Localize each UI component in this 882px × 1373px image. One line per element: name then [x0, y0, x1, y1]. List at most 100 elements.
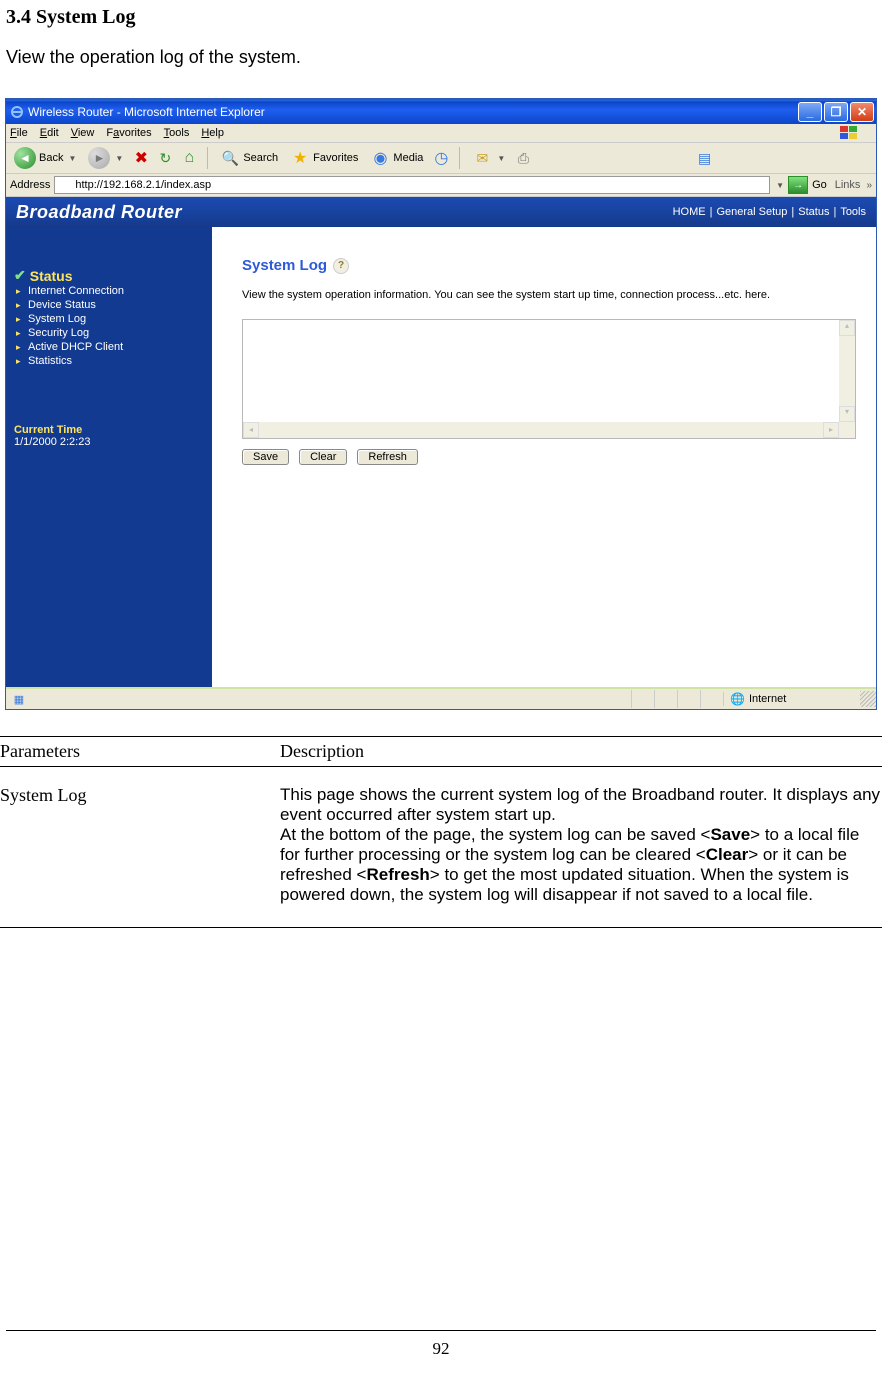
back-button[interactable]: ◄ Back ▼: [10, 145, 80, 171]
resize-grip-icon[interactable]: [860, 691, 876, 707]
toolbar-separator: [207, 147, 208, 169]
sidebar: ✔ Status Internet Connection Device Stat…: [6, 227, 212, 687]
favorites-button[interactable]: ★ Favorites: [286, 146, 362, 170]
log-textarea[interactable]: ▴ ▾ ◂ ▸: [242, 319, 856, 439]
zone-label: Internet: [749, 693, 786, 705]
screenshot-container: Wireless Router - Microsoft Internet Exp…: [5, 98, 877, 710]
history-icon[interactable]: ◷: [431, 148, 451, 168]
search-label: Search: [243, 152, 278, 164]
media-button[interactable]: ◉ Media: [366, 146, 427, 170]
refresh-button[interactable]: Refresh: [357, 449, 418, 465]
links-label[interactable]: Links: [835, 179, 861, 191]
print-icon[interactable]: ⎙: [513, 148, 533, 168]
dropdown-caret-icon: ▼: [497, 154, 505, 163]
vertical-scrollbar[interactable]: ▴ ▾: [839, 320, 855, 422]
nav-general-setup[interactable]: General Setup: [716, 206, 787, 218]
sidebar-item-security-log[interactable]: Security Log: [14, 326, 204, 340]
forward-button[interactable]: ► ▼: [84, 145, 127, 171]
col-description: Description: [280, 737, 882, 767]
dropdown-caret-icon: ▼: [68, 154, 76, 163]
window-titlebar: Wireless Router - Microsoft Internet Exp…: [6, 100, 876, 124]
clear-button[interactable]: Clear: [299, 449, 347, 465]
page-title: System Log ?: [242, 257, 349, 274]
scroll-corner: [839, 422, 855, 438]
footer-rule: [6, 1330, 876, 1331]
sidebar-item-active-dhcp-client[interactable]: Active DHCP Client: [14, 340, 204, 354]
refresh-icon[interactable]: ↻: [155, 148, 175, 168]
windows-flag-icon: [838, 125, 860, 141]
scroll-down-icon[interactable]: ▾: [839, 406, 855, 422]
address-bar: Address ▦ ▼ → Go Links »: [6, 174, 876, 197]
search-button[interactable]: 🔍 Search: [216, 146, 282, 170]
router-page: Broadband Router HOME | General Setup | …: [6, 197, 876, 687]
menu-edit[interactable]: Edit: [40, 127, 59, 139]
status-cell: [631, 690, 654, 708]
router-header: Broadband Router HOME | General Setup | …: [6, 197, 876, 227]
intro-text: View the operation log of the system.: [6, 47, 882, 68]
sidebar-header: ✔ Status: [14, 267, 204, 284]
menu-help[interactable]: Help: [201, 127, 224, 139]
param-name: System Log: [0, 767, 280, 928]
menu-view[interactable]: View: [71, 127, 95, 139]
close-button[interactable]: ✕: [850, 102, 874, 122]
mail-icon: ✉: [472, 148, 492, 168]
maximize-button[interactable]: ❐: [824, 102, 848, 122]
brand-title: Broadband Router: [16, 202, 182, 223]
sidebar-item-internet-connection[interactable]: Internet Connection: [14, 284, 204, 298]
sidebar-item-device-status[interactable]: Device Status: [14, 298, 204, 312]
scroll-left-icon[interactable]: ◂: [243, 422, 259, 438]
menu-bar: File Edit View Favorites Tools Help: [6, 124, 876, 143]
param-desc: This page shows the current system log o…: [280, 767, 882, 928]
mail-button[interactable]: ✉ ▼: [468, 146, 509, 170]
sidebar-item-system-log[interactable]: System Log: [14, 312, 204, 326]
current-time-value: 1/1/2000 2:2:23: [14, 436, 204, 448]
toolbar: ◄ Back ▼ ► ▼ ✖ ↻ ⌂ 🔍 Search ★ Favorites …: [6, 143, 876, 174]
content-area: System Log ? View the system operation i…: [212, 227, 876, 687]
media-icon: ◉: [370, 148, 390, 168]
toolbar-separator: [459, 147, 460, 169]
nav-status[interactable]: Status: [798, 206, 829, 218]
ie-logo-icon: [10, 105, 24, 119]
menu-file[interactable]: File: [10, 127, 28, 139]
parameters-table: Parameters Description System Log This p…: [0, 736, 882, 928]
chevron-icon[interactable]: »: [866, 180, 872, 191]
current-time-label: Current Time: [14, 424, 204, 436]
dropdown-caret-icon: ▼: [115, 154, 123, 163]
window-title: Wireless Router - Microsoft Internet Exp…: [28, 105, 796, 119]
page-description: View the system operation information. Y…: [242, 289, 856, 301]
address-dropdown-icon[interactable]: ▼: [776, 181, 784, 190]
security-zone: 🌐 Internet: [723, 692, 860, 706]
back-arrow-icon: ◄: [14, 147, 36, 169]
horizontal-scrollbar[interactable]: ◂ ▸: [243, 422, 839, 438]
forward-arrow-icon: ►: [88, 147, 110, 169]
save-button[interactable]: Save: [242, 449, 289, 465]
back-label: Back: [39, 152, 63, 164]
stop-icon[interactable]: ✖: [131, 148, 151, 168]
help-icon[interactable]: ?: [333, 258, 349, 274]
table-row: System Log This page shows the current s…: [0, 767, 882, 928]
sidebar-item-statistics[interactable]: Statistics: [14, 354, 204, 368]
search-icon: 🔍: [220, 148, 240, 168]
menu-favorites[interactable]: Favorites: [106, 127, 151, 139]
media-label: Media: [393, 152, 423, 164]
address-input[interactable]: [54, 176, 770, 194]
status-bar: ▦ 🌐 Internet: [6, 687, 876, 709]
minimize-button[interactable]: _: [798, 102, 822, 122]
scroll-right-icon[interactable]: ▸: [823, 422, 839, 438]
status-cell: [654, 690, 677, 708]
page-status-icon: ▦: [10, 691, 28, 707]
page-number: 92: [0, 1339, 882, 1359]
col-parameters: Parameters: [0, 737, 280, 767]
go-label: Go: [812, 179, 827, 191]
scroll-up-icon[interactable]: ▴: [839, 320, 855, 336]
section-heading: 3.4 System Log: [6, 6, 882, 29]
nav-sep: |: [791, 206, 794, 218]
menu-tools[interactable]: Tools: [164, 127, 190, 139]
favorites-star-icon: ★: [290, 148, 310, 168]
nav-tools[interactable]: Tools: [840, 206, 866, 218]
nav-sep: |: [833, 206, 836, 218]
favorites-label: Favorites: [313, 152, 358, 164]
home-icon[interactable]: ⌂: [179, 148, 199, 168]
go-button[interactable]: →: [788, 176, 808, 194]
address-label: Address: [10, 179, 50, 191]
